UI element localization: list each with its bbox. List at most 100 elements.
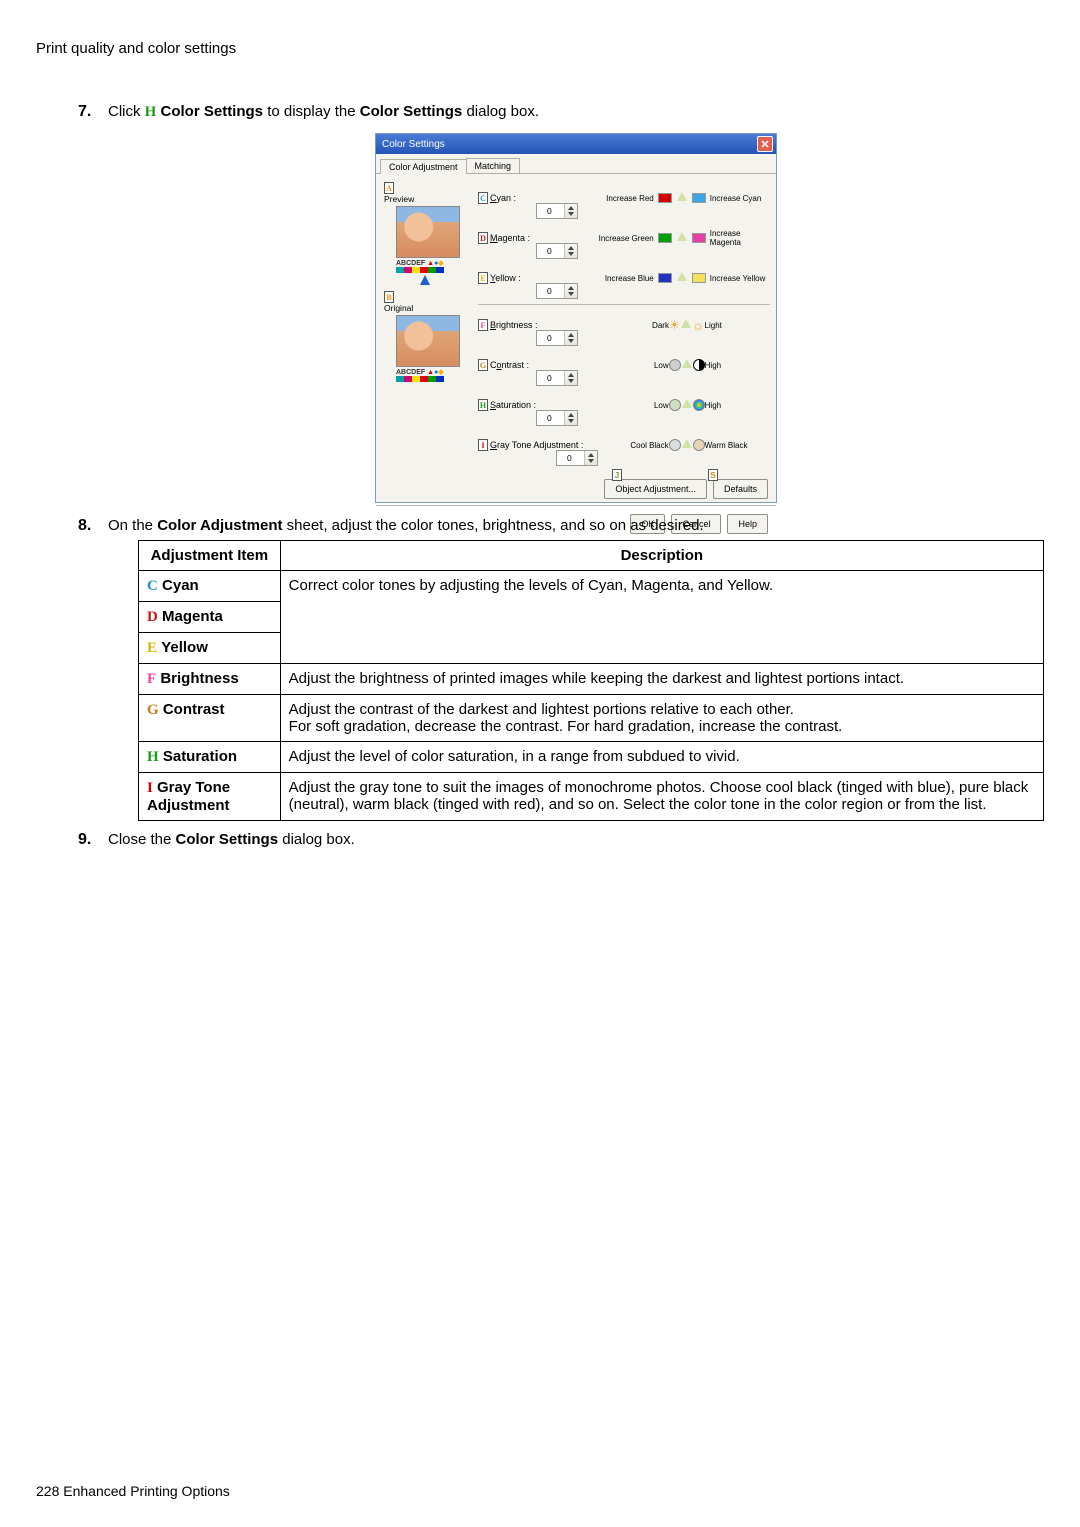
step-bold: Color Settings <box>176 831 279 848</box>
step-bold: Color Settings <box>360 103 463 120</box>
contrast-high-icon <box>693 359 705 371</box>
swatch-yellow <box>692 273 706 283</box>
magenta-spin[interactable]: 0 <box>536 243 578 259</box>
letter-box-j: J <box>612 469 622 481</box>
table-header-row: Adjustment Item Description <box>139 541 1044 571</box>
step-bold: Color Adjustment <box>157 517 282 534</box>
cell-contrast-desc: Adjust the contrast of the darkest and l… <box>280 695 1043 742</box>
cyan-spin[interactable]: 0 <box>536 203 578 219</box>
step-7: 7. Click H Color Settings to display the… <box>78 103 1044 503</box>
step-text: dialog box. <box>466 103 539 120</box>
sat-low-icon <box>669 399 681 411</box>
cell-magenta: D Magenta <box>139 602 281 633</box>
step-text: Click <box>108 103 145 120</box>
slider-right-label: Light <box>705 321 770 330</box>
cell-gray: I Gray Tone Adjustment <box>139 773 281 821</box>
steps-list: 7. Click H Color Settings to display the… <box>36 103 1044 848</box>
close-icon[interactable]: ✕ <box>757 136 773 152</box>
tab-matching[interactable]: Matching <box>466 158 521 173</box>
step-text: sheet, adjust the color tones, brightnes… <box>287 517 704 534</box>
brightness-spin[interactable]: 0 <box>536 330 578 346</box>
original-label: B Original <box>384 291 468 313</box>
tab-color-adjustment[interactable]: Color Adjustment <box>380 159 467 174</box>
table-row: H Saturation Adjust the level of color s… <box>139 742 1044 773</box>
letter-box-s: S <box>708 469 718 481</box>
sun-dark-icon: ☀ <box>669 318 680 332</box>
th-desc: Description <box>280 541 1043 571</box>
step-number: 8. <box>78 517 91 535</box>
original-swatches <box>396 376 468 382</box>
letter-box-a: A <box>384 182 394 194</box>
sun-light-icon: ☼ <box>692 317 705 333</box>
saturation-spin[interactable]: 0 <box>536 410 578 426</box>
step-text: dialog box. <box>282 831 355 848</box>
preview-column: A Preview ABCDEF ▲●◆ <box>384 182 468 388</box>
swatch-green <box>658 233 672 243</box>
step-text: to display the <box>267 103 360 120</box>
th-item: Adjustment Item <box>139 541 281 571</box>
slider-left-label: Low <box>569 401 669 410</box>
titlebar: Color Settings ✕ <box>376 134 776 154</box>
slider-left-label: Cool Black <box>587 441 669 450</box>
tabs: Color Adjustment Matching <box>376 154 776 174</box>
slider-left-label: Increase Green <box>562 234 654 243</box>
letter-box-b: B <box>384 291 394 303</box>
label-cyan: Cyan : <box>490 193 516 203</box>
swatch-blue <box>658 273 672 283</box>
label-yellow: Yellow : <box>490 273 521 283</box>
contrast-low-icon <box>669 359 681 371</box>
swatch-magenta <box>692 233 706 243</box>
color-settings-dialog-wrap: Color Settings ✕ Color Adjustment Matchi… <box>108 133 1044 503</box>
table-row: F Brightness Adjust the brightness of pr… <box>139 664 1044 695</box>
page: Print quality and color settings 7. Clic… <box>0 0 1080 1527</box>
step-8: 8. On the Color Adjustment sheet, adjust… <box>78 517 1044 821</box>
step-text: On the <box>108 517 157 534</box>
yellow-spin[interactable]: 0 <box>536 283 578 299</box>
graytone-spin[interactable]: 0 <box>556 450 598 466</box>
defaults-button[interactable]: Defaults <box>713 479 768 499</box>
color-settings-dialog: Color Settings ✕ Color Adjustment Matchi… <box>375 133 777 503</box>
object-adjustment-button[interactable]: Object Adjustment... <box>604 479 707 499</box>
swatch-red <box>658 193 672 203</box>
preview-caption: ABCDEF ▲●◆ <box>396 259 468 267</box>
page-footer: 228 Enhanced Printing Options <box>36 1483 230 1499</box>
slider-left-label: Increase Blue <box>562 274 654 283</box>
dialog-title: Color Settings <box>382 139 445 150</box>
table-row: G Contrast Adjust the contrast of the da… <box>139 695 1044 742</box>
preview-label: A Preview <box>384 182 468 204</box>
preview-swatches <box>396 267 468 273</box>
label-contrast: Contrast : <box>490 360 529 370</box>
table-row: C Cyan Correct color tones by adjusting … <box>139 571 1044 602</box>
slider-right-label: Increase Cyan <box>710 194 770 203</box>
slider-right-label: Increase Magenta <box>710 229 770 247</box>
divider <box>376 505 776 506</box>
original-caption: ABCDEF ▲●◆ <box>396 368 468 376</box>
contrast-spin[interactable]: 0 <box>536 370 578 386</box>
original-image <box>396 315 460 367</box>
slider-right-label: High <box>705 361 770 370</box>
step-number: 9. <box>78 831 91 849</box>
section-title: Print quality and color settings <box>36 40 1044 57</box>
original-block: B Original ABCDEF ▲●◆ <box>384 291 468 382</box>
swatch-cyan <box>692 193 706 203</box>
preview-block: A Preview ABCDEF ▲●◆ <box>384 182 468 285</box>
slider-left-label: Dark <box>569 321 669 330</box>
gray-warm-icon <box>693 439 705 451</box>
slider-left-label: Increase Red <box>562 194 654 203</box>
table-row: I Gray Tone Adjustment Adjust the gray t… <box>139 773 1044 821</box>
letter-h: H <box>145 104 157 120</box>
adjustment-table: Adjustment Item Description C Cyan Corre… <box>138 540 1044 821</box>
slider-left-label: Low <box>569 361 669 370</box>
slider-right-label: Warm Black <box>705 441 770 450</box>
arrow-up-icon <box>420 275 430 285</box>
cell-gray-desc: Adjust the gray tone to suit the images … <box>280 773 1043 821</box>
label-magenta: Magenta : <box>490 233 530 243</box>
step-number: 7. <box>78 103 91 121</box>
label-brightness: Brightness : <box>490 320 538 330</box>
divider <box>478 304 770 305</box>
sat-high-icon <box>693 399 705 411</box>
step-bold: Color Settings <box>161 103 264 120</box>
cell-yellow: E Yellow <box>139 633 281 664</box>
label-graytone: Gray Tone Adjustment : <box>490 440 583 450</box>
step-text: Close the <box>108 831 176 848</box>
